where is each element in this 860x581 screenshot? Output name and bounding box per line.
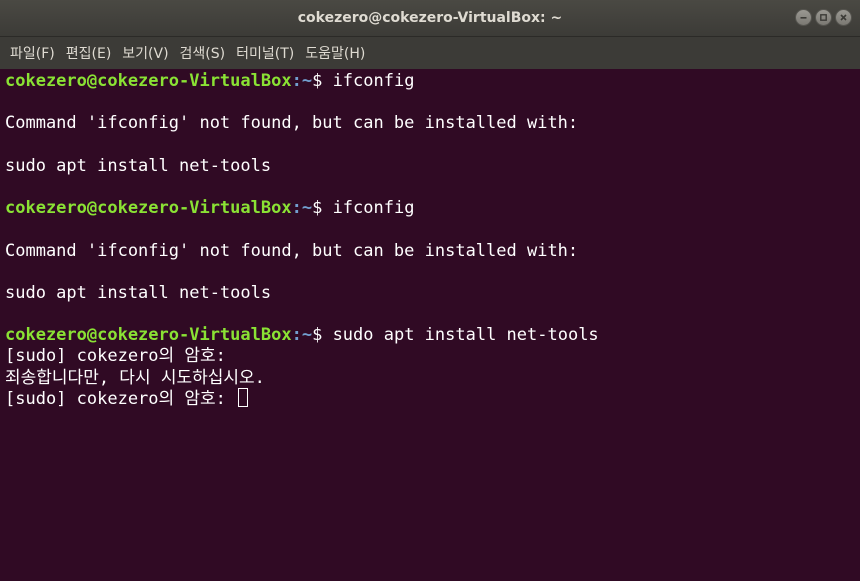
title-bar[interactable]: cokezero@cokezero-VirtualBox: ~ — [0, 0, 860, 37]
password-prompt: [sudo] cokezero의 암호: — [5, 388, 237, 409]
prompt-symbol: $ — [312, 71, 333, 91]
maximize-icon[interactable] — [815, 9, 832, 26]
terminal-window: cokezero@cokezero-VirtualBox: ~ 파일(F) 편집… — [0, 0, 860, 581]
terminal-output[interactable]: cokezero@cokezero-VirtualBox:~$ ifconfig… — [0, 69, 860, 581]
prompt-line: cokezero@cokezero-VirtualBox:~$ ifconfig — [5, 71, 860, 92]
window-title: cokezero@cokezero-VirtualBox: ~ — [297, 10, 563, 26]
prompt-path: ~ — [301, 325, 313, 346]
output-line: 죄송합니다만, 다시 시도하십시오. — [5, 367, 265, 388]
prompt-separator: : — [291, 71, 302, 91]
close-icon[interactable] — [835, 9, 852, 26]
window-controls — [795, 9, 852, 26]
menu-terminal[interactable]: 터미널(T) — [230, 43, 299, 63]
command-text: ifconfig — [332, 198, 415, 219]
prompt-user-host: cokezero@cokezero-VirtualBox — [5, 198, 292, 219]
input-line: [sudo] cokezero의 암호: — [5, 387, 860, 410]
menu-help[interactable]: 도움말(H) — [299, 43, 370, 63]
menu-bar: 파일(F) 편집(E) 보기(V) 검색(S) 터미널(T) 도움말(H) — [0, 37, 860, 69]
output-line: sudo apt install net-tools — [5, 282, 272, 303]
prompt-user-host: cokezero@cokezero-VirtualBox — [5, 71, 292, 91]
menu-file[interactable]: 파일(F) — [4, 43, 60, 63]
prompt-line: cokezero@cokezero-VirtualBox:~$ ifconfig — [5, 198, 860, 219]
menu-search[interactable]: 검색(S) — [174, 43, 231, 63]
prompt-symbol: $ — [312, 198, 333, 219]
prompt-line: cokezero@cokezero-VirtualBox:~$ sudo apt… — [5, 325, 860, 346]
output-line: Command 'ifconfig' not found, but can be… — [5, 240, 579, 261]
prompt-path: ~ — [301, 71, 313, 91]
output-line: [sudo] cokezero의 암호: — [5, 346, 226, 367]
minimize-icon[interactable] — [795, 9, 812, 26]
command-text: sudo apt install net-tools — [332, 325, 599, 346]
prompt-user-host: cokezero@cokezero-VirtualBox — [5, 325, 292, 346]
prompt-separator: : — [291, 325, 302, 346]
prompt-path: ~ — [301, 198, 313, 219]
prompt-separator: : — [291, 198, 302, 219]
menu-edit[interactable]: 편집(E) — [60, 43, 117, 63]
output-line: sudo apt install net-tools — [5, 155, 272, 176]
prompt-symbol: $ — [312, 325, 333, 346]
command-text: ifconfig — [332, 71, 415, 91]
menu-view[interactable]: 보기(V) — [116, 43, 173, 63]
text-cursor[interactable] — [238, 387, 249, 407]
output-line: Command 'ifconfig' not found, but can be… — [5, 113, 579, 134]
